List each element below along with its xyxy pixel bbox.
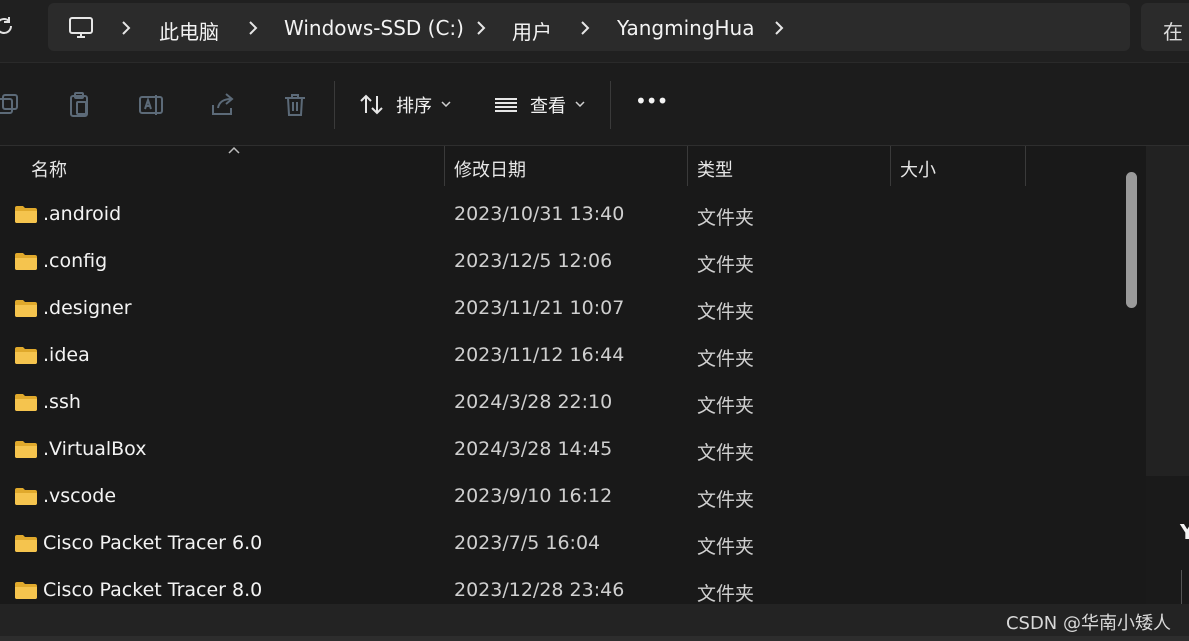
folder-icon — [15, 582, 37, 599]
file-type: 文件夹 — [697, 254, 755, 276]
file-name: Cisco Packet Tracer 8.0 — [43, 579, 263, 601]
computer-icon[interactable] — [68, 17, 94, 39]
file-modified-date: 2023/9/10 16:12 — [454, 485, 613, 507]
chevron-right-icon[interactable] — [774, 20, 784, 36]
column-resize-handle[interactable] — [444, 146, 445, 186]
column-resize-handle[interactable] — [1025, 146, 1026, 186]
chevron-right-icon[interactable] — [121, 20, 131, 36]
watermark-text: CSDN @华南小矮人 — [1005, 613, 1171, 634]
breadcrumb-item-user-folder[interactable]: YangmingHua — [617, 16, 754, 40]
file-name: .idea — [43, 344, 90, 366]
file-modified-date: 2023/11/12 16:44 — [454, 344, 625, 366]
breadcrumb-item-users[interactable]: 用户 — [512, 16, 552, 45]
view-button-label[interactable]: 查看 — [530, 92, 566, 118]
trash-icon[interactable] — [281, 91, 309, 119]
refresh-icon[interactable] — [0, 14, 16, 38]
search-box[interactable]: 在 — [1141, 3, 1189, 51]
column-header-type[interactable]: 类型 — [697, 156, 733, 182]
folder-icon — [15, 347, 37, 364]
file-modified-date: 2023/7/5 16:04 — [454, 532, 601, 554]
file-name: .ssh — [43, 391, 81, 413]
folder-icon — [15, 535, 37, 552]
column-resize-handle[interactable] — [890, 146, 891, 186]
details-pane-divider — [1181, 570, 1182, 604]
file-name: .android — [43, 203, 122, 225]
file-type: 文件夹 — [697, 301, 755, 323]
file-row[interactable]: .android 2023/10/31 13:40 文件夹 — [0, 192, 1120, 239]
details-pane-initial: Y — [1180, 520, 1189, 544]
chevron-right-icon[interactable] — [476, 20, 486, 36]
folder-icon — [15, 300, 37, 317]
file-row[interactable]: .VirtualBox 2024/3/28 14:45 文件夹 — [0, 427, 1120, 474]
address-bar-row: 此电脑 Windows-SSD (C:) 用户 YangmingHua 在 — [0, 0, 1189, 62]
share-icon[interactable] — [209, 91, 237, 119]
file-modified-date: 2024/3/28 22:10 — [454, 391, 613, 413]
sort-button-label[interactable]: 排序 — [396, 92, 432, 118]
file-modified-date: 2023/11/21 10:07 — [454, 297, 625, 319]
column-header-modified[interactable]: 修改日期 — [454, 156, 526, 182]
chevron-right-icon[interactable] — [248, 20, 258, 36]
file-type: 文件夹 — [697, 489, 755, 511]
file-row[interactable]: .config 2023/12/5 12:06 文件夹 — [0, 239, 1120, 286]
file-type: 文件夹 — [697, 442, 755, 464]
file-type: 文件夹 — [697, 583, 755, 604]
chevron-right-icon[interactable] — [580, 20, 590, 36]
file-type: 文件夹 — [697, 348, 755, 370]
copy-icon[interactable] — [0, 91, 22, 119]
command-bar: 排序 查看 ••• — [0, 62, 1189, 146]
chevron-down-icon[interactable] — [441, 101, 451, 107]
file-row[interactable]: .ssh 2024/3/28 22:10 文件夹 — [0, 380, 1120, 427]
breadcrumb-item-drive-c[interactable]: Windows-SSD (C:) — [284, 16, 464, 40]
file-type: 文件夹 — [697, 395, 755, 417]
file-type: 文件夹 — [697, 536, 755, 558]
breadcrumb[interactable]: 此电脑 Windows-SSD (C:) 用户 YangmingHua — [48, 3, 1130, 51]
file-row[interactable]: Cisco Packet Tracer 6.0 2023/7/5 16:04 文件夹 — [0, 521, 1120, 568]
file-explorer-window: 此电脑 Windows-SSD (C:) 用户 YangmingHua 在 排序… — [0, 0, 1189, 641]
folder-icon — [15, 206, 37, 223]
paste-icon[interactable] — [65, 91, 93, 119]
file-name: .designer — [43, 297, 132, 319]
status-bar-edge — [0, 636, 1189, 641]
vertical-scrollbar-thumb[interactable] — [1126, 172, 1137, 308]
column-header-name[interactable]: 名称 — [31, 156, 67, 182]
sort-icon[interactable] — [358, 91, 386, 119]
file-row[interactable]: .idea 2023/11/12 16:44 文件夹 — [0, 333, 1120, 380]
column-header-size[interactable]: 大小 — [900, 156, 936, 182]
sort-ascending-icon — [228, 146, 240, 154]
column-header-row: 名称 修改日期 类型 大小 — [0, 146, 1146, 186]
file-name: .vscode — [43, 485, 117, 507]
file-row[interactable]: .vscode 2023/9/10 16:12 文件夹 — [0, 474, 1120, 521]
view-list-icon[interactable] — [492, 91, 520, 119]
folder-icon — [15, 488, 37, 505]
file-list: .android 2023/10/31 13:40 文件夹 .config 2023/1… — [0, 192, 1120, 604]
file-name: Cisco Packet Tracer 6.0 — [43, 532, 263, 554]
folder-icon — [15, 441, 37, 458]
column-resize-handle[interactable] — [687, 146, 688, 186]
file-name: .VirtualBox — [43, 438, 147, 460]
chevron-down-icon[interactable] — [575, 101, 585, 107]
file-modified-date: 2023/10/31 13:40 — [454, 203, 625, 225]
file-row[interactable]: .designer 2023/11/21 10:07 文件夹 — [0, 286, 1120, 333]
file-modified-date: 2024/3/28 14:45 — [454, 438, 613, 460]
search-placeholder: 在 — [1163, 20, 1183, 44]
toolbar-separator — [334, 81, 335, 129]
folder-icon — [15, 394, 37, 411]
more-options-button[interactable]: ••• — [635, 89, 668, 113]
file-row[interactable]: Cisco Packet Tracer 8.0 2023/12/28 23:46 文… — [0, 568, 1120, 604]
folder-icon — [15, 253, 37, 270]
toolbar-separator — [610, 81, 611, 129]
rename-icon[interactable] — [137, 91, 165, 119]
file-modified-date: 2023/12/5 12:06 — [454, 250, 613, 272]
file-name: .config — [43, 250, 108, 272]
breadcrumb-item-this-pc[interactable]: 此电脑 — [159, 16, 219, 45]
file-type: 文件夹 — [697, 207, 755, 229]
file-modified-date: 2023/12/28 23:46 — [454, 579, 625, 601]
